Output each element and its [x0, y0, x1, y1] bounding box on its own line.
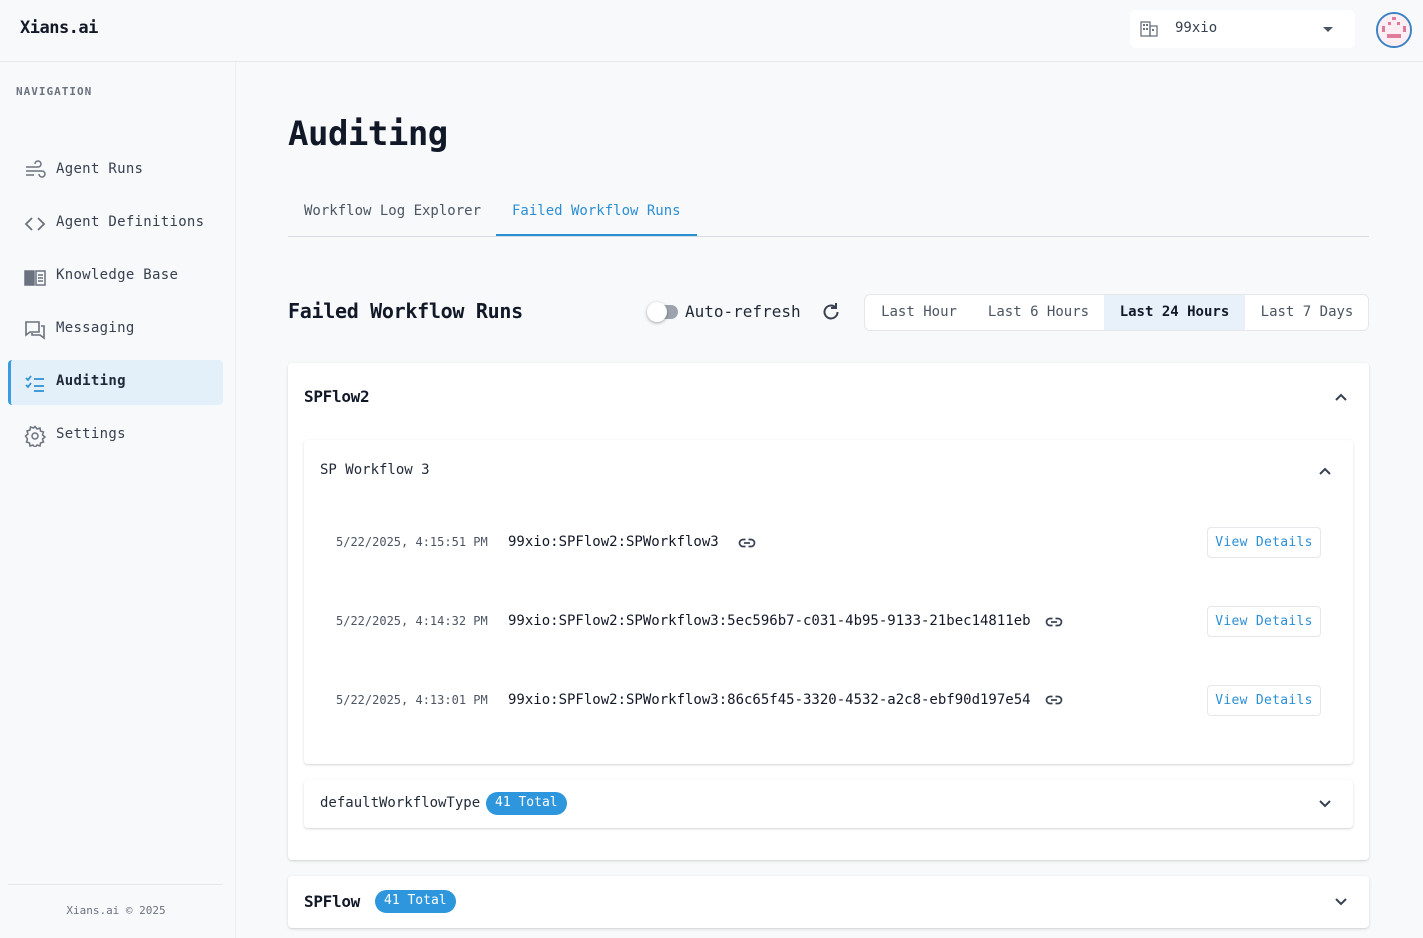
range-last-6-hours[interactable]: Last 6 Hours — [973, 295, 1104, 330]
sidebar-item-label: Agent Definitions — [56, 214, 205, 230]
total-badge: 41 Total — [375, 890, 456, 913]
run-timestamp: 5/22/2025, 4:13:01 PM — [336, 693, 488, 707]
sidebar: NAVIGATION Agent Runs Agent Definitions … — [0, 62, 236, 938]
run-timestamp: 5/22/2025, 4:14:32 PM — [336, 614, 488, 628]
chevron-down-icon[interactable] — [1317, 796, 1333, 812]
chevron-down-icon — [1323, 27, 1333, 32]
group-title[interactable]: SPFlow2 — [304, 387, 370, 406]
group-title[interactable]: SPFlow — [304, 892, 360, 911]
copyright-footer: Xians.ai © 2025 — [66, 904, 166, 917]
link-icon[interactable] — [1045, 691, 1063, 709]
code-brackets-icon — [24, 213, 46, 235]
view-details-button[interactable]: View Details — [1207, 527, 1321, 558]
sidebar-item-label: Auditing — [56, 373, 126, 389]
auto-refresh-toggle[interactable] — [647, 302, 678, 322]
tenant-name: 99xio — [1175, 20, 1218, 36]
sidebar-item-messaging[interactable]: Messaging — [8, 307, 223, 352]
view-details-button[interactable]: View Details — [1207, 606, 1321, 637]
refresh-icon[interactable] — [820, 301, 842, 323]
time-range-selector: Last Hour Last 6 Hours Last 24 Hours Las… — [864, 294, 1369, 331]
sidebar-item-label: Knowledge Base — [56, 267, 179, 283]
wind-flow-icon — [24, 160, 46, 182]
sidebar-item-label: Agent Runs — [56, 161, 144, 177]
divider — [8, 884, 223, 885]
sidebar-item-agent-runs[interactable]: Agent Runs — [8, 148, 223, 193]
auto-refresh-label: Auto-refresh — [685, 302, 801, 321]
tab-bar: Workflow Log Explorer Failed Workflow Ru… — [288, 190, 1369, 237]
top-header: Xians.ai 99xio — [0, 0, 1423, 62]
workflow-title[interactable]: defaultWorkflowType — [320, 795, 480, 811]
checklist-icon — [24, 372, 46, 394]
sidebar-item-label: Messaging — [56, 320, 135, 336]
tab-failed-workflow-runs[interactable]: Failed Workflow Runs — [496, 190, 697, 236]
chevron-down-icon[interactable] — [1333, 894, 1349, 910]
range-last-hour[interactable]: Last Hour — [865, 295, 973, 330]
chevron-up-icon[interactable] — [1317, 463, 1333, 479]
nav-title: NAVIGATION — [16, 85, 93, 98]
run-timestamp: 5/22/2025, 4:15:51 PM — [336, 535, 488, 549]
range-last-7-days[interactable]: Last 7 Days — [1245, 295, 1368, 330]
link-icon[interactable] — [738, 534, 756, 552]
app-logo[interactable]: Xians.ai — [20, 18, 98, 38]
workflow-card-sp-workflow-3 — [304, 440, 1353, 764]
section-title: Failed Workflow Runs — [288, 299, 523, 323]
sidebar-item-auditing[interactable]: Auditing — [8, 360, 223, 405]
run-id: 99xio:SPFlow2:SPWorkflow3 — [508, 534, 719, 550]
building-icon — [1140, 21, 1158, 41]
user-avatar[interactable] — [1376, 12, 1412, 48]
sidebar-item-agent-definitions[interactable]: Agent Definitions — [8, 201, 223, 246]
link-icon[interactable] — [1045, 613, 1063, 631]
tab-workflow-log-explorer[interactable]: Workflow Log Explorer — [288, 190, 497, 236]
run-id: 99xio:SPFlow2:SPWorkflow3:5ec596b7-c031-… — [508, 613, 1031, 629]
view-details-button[interactable]: View Details — [1207, 685, 1321, 716]
page-title: Auditing — [288, 114, 448, 154]
sidebar-item-settings[interactable]: Settings — [8, 413, 223, 458]
range-last-24-hours[interactable]: Last 24 Hours — [1104, 295, 1245, 330]
total-badge: 41 Total — [486, 792, 567, 815]
workflow-title[interactable]: SP Workflow 3 — [320, 462, 430, 478]
chevron-up-icon[interactable] — [1333, 389, 1349, 405]
sidebar-item-knowledge-base[interactable]: Knowledge Base — [8, 254, 223, 299]
tenant-selector[interactable]: 99xio — [1130, 10, 1355, 48]
gear-icon — [24, 425, 47, 449]
sidebar-item-label: Settings — [56, 426, 126, 442]
run-id: 99xio:SPFlow2:SPWorkflow3:86c65f45-3320-… — [508, 692, 1031, 708]
chat-icon — [24, 319, 46, 341]
toggle-knob — [647, 302, 667, 322]
book-icon — [24, 266, 46, 288]
